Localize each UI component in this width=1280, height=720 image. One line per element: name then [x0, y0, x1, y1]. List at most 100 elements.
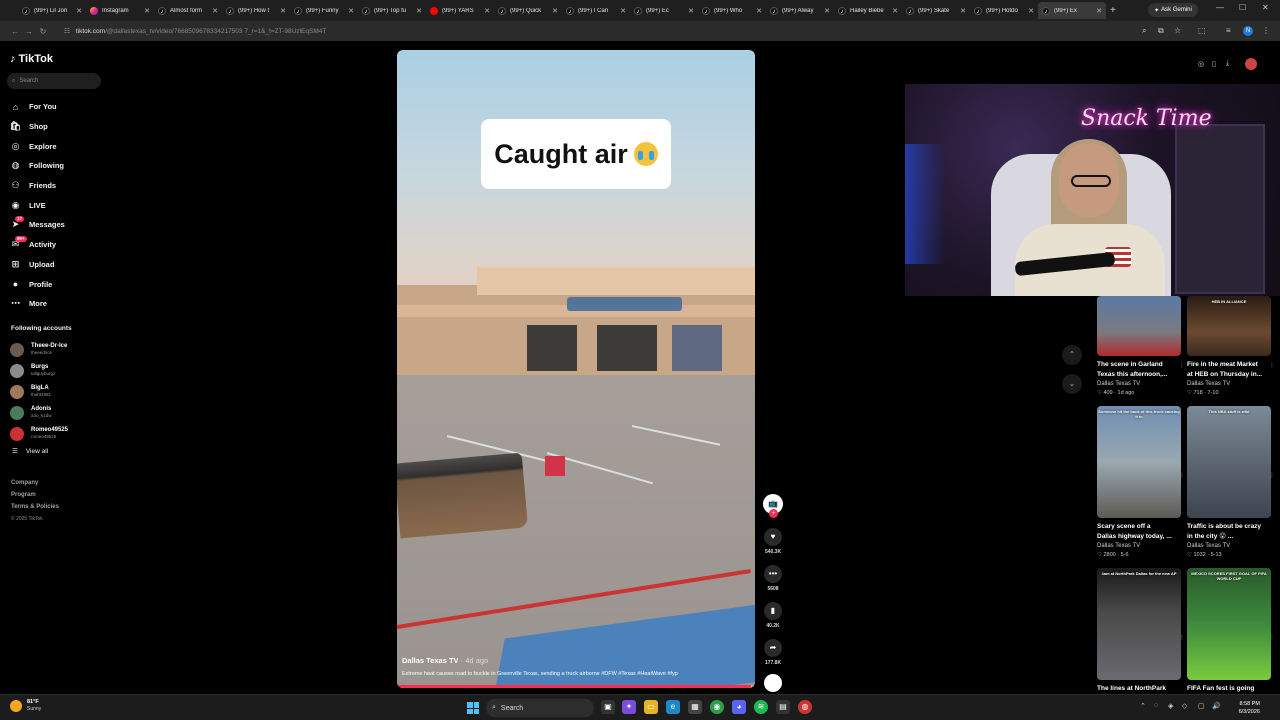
related-video-card[interactable]: MEXICO SCORES FIRST GOAL OF FIFA WORLD C… [1187, 568, 1275, 694]
close-tab-icon[interactable]: ✕ [348, 7, 354, 15]
close-tab-icon[interactable]: ✕ [212, 7, 218, 15]
browser-tab[interactable]: ♪ (99+) Ec ✕ [630, 2, 698, 19]
video-thumbnail[interactable]: MEXICO SCORES FIRST GOAL OF FIFA WORLD C… [1187, 568, 1271, 680]
related-video-card[interactable]: 4am at NorthPark Dallas for the new AP Th… [1097, 568, 1185, 694]
sidebar-item-following[interactable]: ◍ Following [10, 156, 106, 176]
browser-tab[interactable]: ♪ (99+) Skate ✕ [902, 2, 970, 19]
more-options-icon[interactable]: ⋮ [1269, 362, 1275, 369]
related-video-card[interactable]: Someone hit the back of this truck causi… [1097, 406, 1185, 559]
download-icon[interactable]: ⤓ [1226, 60, 1229, 68]
following-account[interactable]: Romeo49525 romeo49525 [10, 423, 106, 444]
browser-tab[interactable]: ♪ (99+) Who ✕ [698, 2, 766, 19]
browser-tab[interactable]: ♪ (99+) Quick ✕ [494, 2, 562, 19]
close-tab-icon[interactable]: ✕ [1096, 7, 1102, 15]
file-explorer-icon[interactable]: ▭ [644, 700, 658, 714]
reload-icon[interactable]: ↻ [36, 27, 50, 36]
spotify-icon[interactable]: ≋ [754, 700, 768, 714]
footer-terms-link[interactable]: Terms & Policies [11, 501, 59, 513]
sidebar-item-for-you[interactable]: ⌂ For You [10, 97, 106, 117]
footer-program-link[interactable]: Program [11, 489, 59, 501]
close-tab-icon[interactable]: ✕ [824, 7, 830, 15]
sidebar-item-live[interactable]: ◉ LIVE [10, 195, 106, 215]
related-video-card[interactable]: The scene in Garland Texas this afternoo… [1097, 296, 1185, 397]
sidebar-item-activity[interactable]: ✉ 99+ Activity [10, 235, 106, 255]
like-button[interactable]: ♥ 540.3K [761, 528, 785, 555]
close-tab-icon[interactable]: ✕ [756, 7, 762, 15]
device-icon[interactable]: ▯ [1212, 60, 1216, 68]
view-all-button[interactable]: ☰ View all [12, 447, 48, 456]
media-icon[interactable]: ≡ [1226, 26, 1231, 35]
store-icon[interactable]: ▦ [688, 700, 702, 714]
close-tab-icon[interactable]: ✕ [1028, 7, 1034, 15]
save-button[interactable]: ▮ 40.2K [761, 602, 785, 629]
close-tab-icon[interactable]: ✕ [76, 7, 82, 15]
weather-widget[interactable]: 81°F Sunny [10, 699, 41, 713]
related-video-card[interactable]: This NBA stuff is wild Traffic is about b… [1187, 406, 1275, 559]
close-tab-icon[interactable]: ✕ [144, 7, 150, 15]
close-tab-icon[interactable]: ✕ [484, 7, 490, 15]
browser-tab[interactable]: ♪ (99+) Top fu ✕ [358, 2, 426, 19]
tray-app4-icon[interactable]: ▢ [1198, 702, 1205, 710]
search-input[interactable]: ⌕ Search [7, 73, 101, 89]
ask-gemini-button[interactable]: ✦ Ask Gemini [1148, 3, 1198, 17]
sidebar-item-messages[interactable]: ➤ 17 Messages [10, 215, 106, 235]
browser-tab[interactable]: ♪ (99+) Ex ✕ [1038, 2, 1106, 19]
follow-plus-icon[interactable]: + [769, 509, 778, 518]
browser-tab[interactable]: ♪ (99+) Hotdo ✕ [970, 2, 1038, 19]
close-tab-icon[interactable]: ✕ [552, 7, 558, 15]
taskbar-search[interactable]: ⌕ Search [486, 699, 594, 717]
browser-menu-icon[interactable]: ⋮ [1262, 26, 1270, 35]
browser-tab[interactable]: ♪ (99+) I Can ✕ [562, 2, 630, 19]
coin-icon[interactable]: ◎ [1198, 60, 1204, 68]
music-disc-icon[interactable] [764, 674, 782, 692]
obs-icon[interactable]: ◍ [798, 700, 812, 714]
video-thumbnail[interactable]: 4am at NorthPark Dallas for the new AP [1097, 568, 1181, 680]
url-field[interactable]: ☷ tiktok.com/@dallastexas_tv/video/76685… [64, 24, 1134, 38]
tiktok-logo[interactable]: ♪ TikTok [10, 53, 53, 65]
site-info-icon[interactable]: ☷ [64, 27, 70, 35]
video-thumbnail[interactable] [1097, 296, 1181, 356]
related-video-card[interactable]: HEB IN ALLIANCE Fire in the meat Market a… [1187, 296, 1275, 397]
install-icon[interactable]: ⧉ [1158, 26, 1164, 36]
close-window-button[interactable]: ✕ [1262, 3, 1269, 12]
browser-tab[interactable]: Instagram ✕ [86, 2, 154, 19]
more-options-icon[interactable]: ⋮ [1179, 634, 1185, 641]
more-options-icon[interactable]: ⋮ [1269, 634, 1275, 641]
tray-app2-icon[interactable]: ◈ [1168, 702, 1173, 710]
previous-video-button[interactable]: ⌃ [1062, 345, 1082, 365]
edge-icon[interactable]: e [666, 700, 680, 714]
new-tab-button[interactable]: + [1110, 5, 1116, 16]
following-account[interactable]: Theee-Dr-Ice theeedrice [10, 339, 106, 360]
user-avatar[interactable] [1245, 58, 1257, 70]
video-thumbnail[interactable]: This NBA stuff is wild [1187, 406, 1271, 518]
comment-button[interactable]: ••• 5608 [761, 565, 785, 592]
back-icon[interactable]: ← [8, 27, 22, 36]
share-button[interactable]: ➦ 177.8K [761, 639, 785, 666]
copilot-icon[interactable]: ✦ [622, 700, 636, 714]
bookmark-star-icon[interactable]: ☆ [1174, 26, 1181, 35]
following-account[interactable]: Burgs tallguyburgz [10, 360, 106, 381]
tray-app-icon[interactable]: ◌ [1154, 702, 1158, 709]
video-author[interactable]: Dallas Texas TV · 4d ago [402, 656, 488, 665]
close-tab-icon[interactable]: ✕ [620, 7, 626, 15]
browser-tab[interactable]: ♪ Almost form ✕ [154, 2, 222, 19]
video-player[interactable]: Caught air Dallas Texas TV · 4d ago Extr… [397, 50, 755, 688]
sidebar-item-profile[interactable]: ● Profile [10, 274, 106, 294]
tray-app3-icon[interactable]: ◇ [1182, 702, 1187, 710]
browser-profile-avatar[interactable]: N [1243, 26, 1253, 36]
video-thumbnail[interactable]: HEB IN ALLIANCE [1187, 296, 1271, 356]
close-tab-icon[interactable]: ✕ [416, 7, 422, 15]
system-clock[interactable]: 8:58 PM 6/3/2026 [1228, 700, 1260, 716]
browser-tab[interactable]: ♪ (99+) Funny ✕ [290, 2, 358, 19]
footer-company-link[interactable]: Company [11, 477, 59, 489]
close-tab-icon[interactable]: ✕ [960, 7, 966, 15]
sidebar-item-upload[interactable]: ⊞ Upload [10, 255, 106, 275]
tray-chevron-icon[interactable]: ⌃ [1140, 702, 1146, 710]
browser-tab[interactable]: (99+) YARS ✕ [426, 2, 494, 19]
video-progress-bar[interactable] [397, 685, 755, 688]
creator-avatar[interactable]: 📺 + [763, 494, 783, 518]
close-tab-icon[interactable]: ✕ [280, 7, 286, 15]
maximize-button[interactable]: ☐ [1239, 3, 1246, 12]
app-icon[interactable]: ▤ [776, 700, 790, 714]
volume-icon[interactable]: 🔊 [1212, 702, 1221, 710]
